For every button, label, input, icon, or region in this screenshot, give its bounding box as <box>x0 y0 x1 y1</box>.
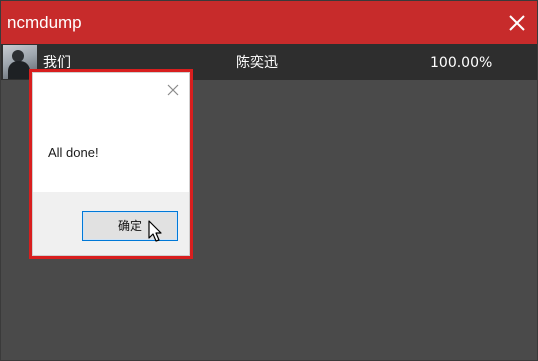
window-close-button[interactable] <box>497 1 537 44</box>
song-progress: 100.00% <box>430 55 493 71</box>
dialog-message: All done! <box>48 145 99 160</box>
message-dialog: All done! 确定 <box>29 69 193 259</box>
song-artist: 陈奕迅 <box>236 55 278 71</box>
window-title: ncmdump <box>7 13 82 32</box>
close-icon <box>167 84 179 96</box>
title-bar: ncmdump <box>1 1 537 44</box>
dialog-close-button[interactable] <box>165 82 181 98</box>
app-window: ncmdump 我们 陈奕迅 100.00% All done! 确定 <box>0 0 538 361</box>
close-icon <box>509 15 525 31</box>
dialog-footer: 确定 <box>33 192 189 255</box>
dialog-body: All done! 确定 <box>32 72 190 256</box>
mouse-pointer-icon <box>148 220 162 242</box>
